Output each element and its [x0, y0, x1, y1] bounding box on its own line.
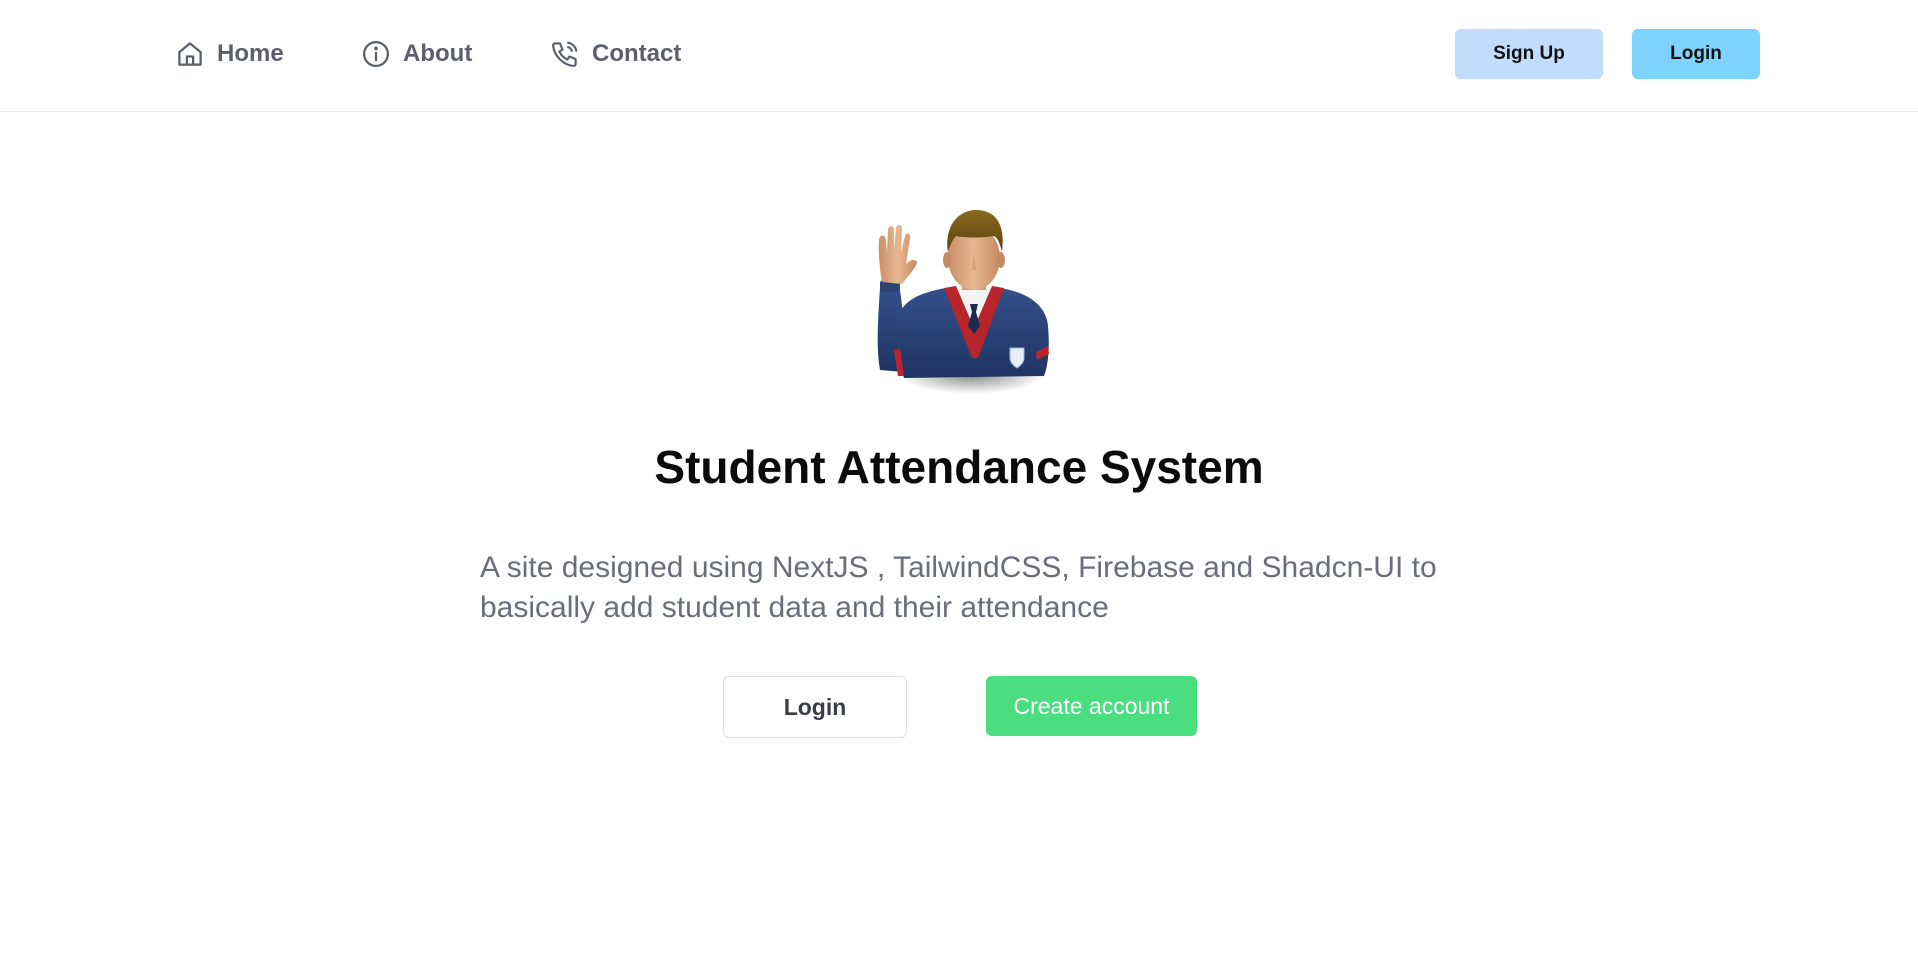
nav-contact-label: Contact — [592, 40, 682, 67]
nav-home-label: Home — [217, 40, 284, 67]
info-icon — [363, 41, 389, 67]
page-title: Student Attendance System — [654, 441, 1264, 493]
login-button-top[interactable]: Login — [1632, 29, 1760, 79]
create-account-button[interactable]: Create account — [986, 676, 1197, 736]
phone-icon — [552, 41, 578, 67]
login-button[interactable]: Login — [723, 676, 907, 738]
page-description: A site designed using NextJS , TailwindC… — [480, 551, 1437, 624]
top-navbar: Home About Contact Sign Up Login — [0, 0, 1918, 112]
nav-contact-link[interactable]: Contact — [550, 34, 681, 74]
nav-home-link[interactable]: Home — [175, 34, 284, 74]
home-icon — [178, 42, 202, 66]
nav-about-label: About — [403, 40, 473, 67]
signup-button[interactable]: Sign Up — [1455, 29, 1603, 79]
nav-about-link[interactable]: About — [361, 34, 472, 74]
student-avatar-image — [877, 210, 1049, 394]
